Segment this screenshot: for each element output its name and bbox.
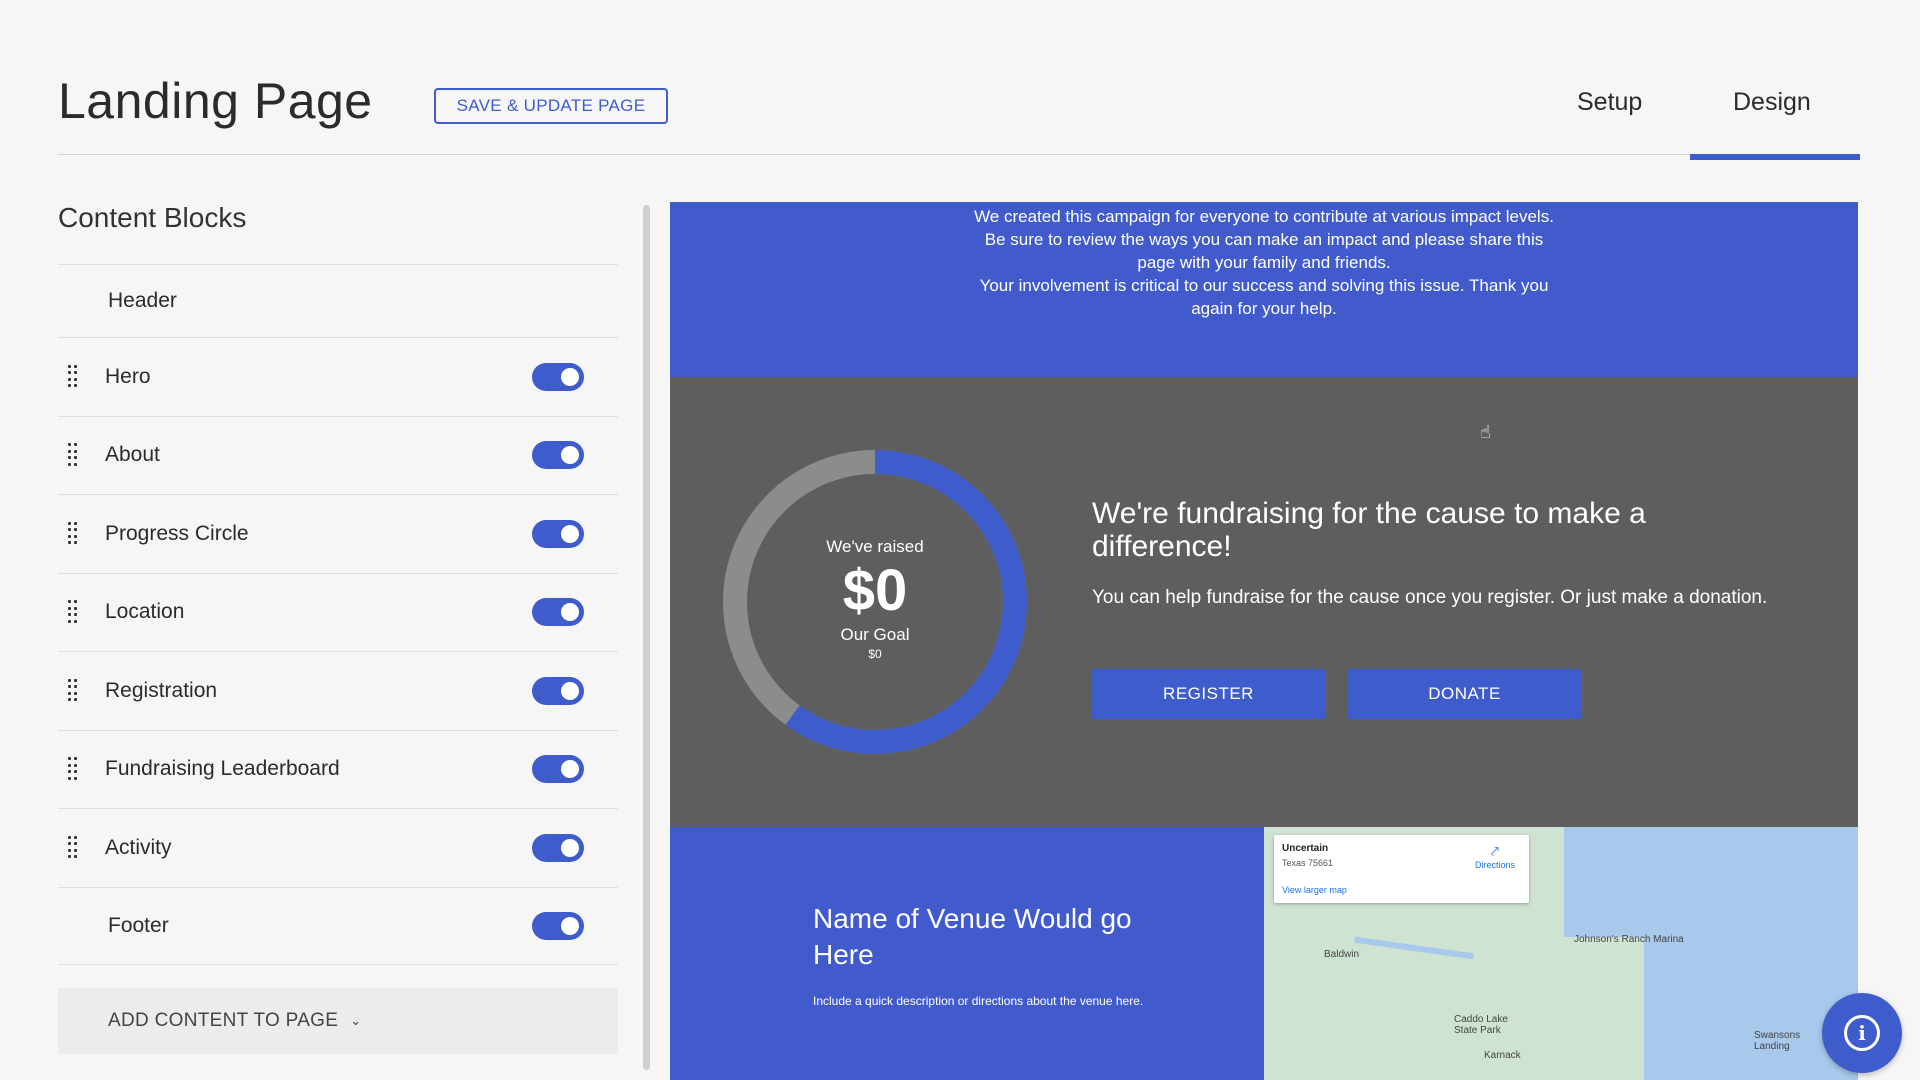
venue-description: Include a quick description or direction… bbox=[813, 994, 1144, 1008]
content-block-label: Header bbox=[108, 289, 177, 312]
page-title: Landing Page bbox=[58, 73, 373, 129]
content-block-footer[interactable]: Footer bbox=[58, 886, 618, 965]
drag-handle-icon[interactable] bbox=[68, 521, 78, 546]
header-divider bbox=[58, 154, 1860, 155]
map-address: Texas 75661 bbox=[1282, 858, 1334, 868]
map-label: Baldwin bbox=[1324, 949, 1360, 960]
about-line: page with your family and friends. bbox=[1137, 253, 1391, 272]
map-info-card: Uncertain Texas 75661 View larger map ⤤ … bbox=[1274, 835, 1529, 903]
tab-setup[interactable]: Setup bbox=[1577, 88, 1642, 117]
directions-icon: ⤤ bbox=[1491, 843, 1499, 859]
map-label: Swansons Landing bbox=[1754, 1030, 1801, 1052]
content-block-progress-circle[interactable]: Progress Circle bbox=[58, 494, 618, 573]
content-block-list: Header Hero About Progress Circle Locati… bbox=[58, 264, 618, 965]
content-block-location[interactable]: Location bbox=[58, 572, 618, 652]
about-line: again for your help. bbox=[1191, 299, 1337, 318]
map-label: Johnson's Ranch Marina bbox=[1574, 934, 1684, 945]
about-line: We created this campaign for everyone to… bbox=[974, 207, 1554, 226]
content-block-hero[interactable]: Hero bbox=[58, 337, 618, 416]
content-blocks-title: Content Blocks bbox=[58, 202, 247, 233]
map-place-name: Uncertain bbox=[1282, 843, 1329, 854]
directions-label: Directions bbox=[1474, 860, 1515, 870]
directions-link[interactable]: ⤤ Directions bbox=[1475, 843, 1515, 870]
location-toggle[interactable] bbox=[532, 598, 584, 627]
drag-handle-icon[interactable] bbox=[68, 364, 78, 389]
progress-section: We've raised $0 Our Goal $0 We're fundra… bbox=[670, 377, 1858, 827]
content-block-label: Activity bbox=[105, 835, 172, 859]
raised-amount: $0 bbox=[842, 558, 908, 623]
drag-handle-icon[interactable] bbox=[68, 835, 78, 860]
map-lake bbox=[1354, 936, 1474, 960]
page-preview: We created this campaign for everyone to… bbox=[670, 202, 1858, 1080]
fundraising-heading: We're fundraising for the cause to make … bbox=[1092, 497, 1646, 563]
activity-toggle[interactable] bbox=[532, 833, 584, 862]
registration-toggle[interactable] bbox=[532, 676, 584, 705]
drag-handle-icon[interactable] bbox=[68, 443, 78, 467]
content-block-label: Hero bbox=[105, 364, 151, 388]
hand-cursor-icon: ☝ bbox=[1480, 422, 1491, 442]
view-larger-map-link[interactable]: View larger map bbox=[1282, 885, 1347, 895]
content-block-label: Fundraising Leaderboard bbox=[105, 757, 340, 781]
goal-label: Our Goal bbox=[840, 625, 910, 644]
progress-circle-toggle[interactable] bbox=[532, 519, 584, 548]
map-label: Karnack bbox=[1484, 1050, 1521, 1061]
drag-handle-icon[interactable] bbox=[68, 600, 78, 624]
content-block-label: Registration bbox=[105, 678, 218, 702]
fundraising-leaderboard-toggle[interactable] bbox=[532, 755, 584, 784]
content-block-label: Progress Circle bbox=[105, 521, 249, 545]
register-button[interactable]: REGISTER bbox=[1091, 669, 1326, 719]
add-content-button[interactable]: ADD CONTENT TO PAGE ⌄ bbox=[58, 988, 618, 1054]
content-block-header[interactable]: Header bbox=[58, 264, 618, 337]
venue-name: Name of Venue Would go Here bbox=[813, 903, 1132, 970]
content-block-about[interactable]: About bbox=[58, 415, 618, 495]
location-section: Name of Venue Would go Here Include a qu… bbox=[670, 827, 1264, 1080]
about-toggle[interactable] bbox=[532, 441, 584, 470]
about-line: Be sure to review the ways you can make … bbox=[984, 230, 1544, 249]
hero-toggle[interactable] bbox=[532, 362, 584, 391]
donate-button[interactable]: DONATE bbox=[1347, 669, 1582, 719]
info-button[interactable]: i bbox=[1822, 993, 1902, 1073]
drag-handle-icon[interactable] bbox=[68, 678, 78, 703]
content-block-label: Footer bbox=[108, 913, 169, 937]
sidebar-scrollbar[interactable] bbox=[643, 205, 650, 1070]
map-lake bbox=[1644, 927, 1858, 1080]
save-update-page-button[interactable]: SAVE & UPDATE PAGE bbox=[434, 88, 668, 124]
content-block-fundraising-leaderboard[interactable]: Fundraising Leaderboard bbox=[58, 729, 618, 809]
map-label: Caddo Lake State Park bbox=[1454, 1014, 1508, 1036]
content-block-registration[interactable]: Registration bbox=[58, 651, 618, 730]
chevron-down-icon: ⌄ bbox=[350, 1013, 362, 1028]
info-icon: i bbox=[1844, 1015, 1880, 1051]
content-block-activity[interactable]: Activity bbox=[58, 808, 618, 887]
fundraising-description: You can help fundraise for the cause onc… bbox=[1092, 587, 1768, 608]
goal-amount: $0 bbox=[868, 647, 882, 661]
footer-toggle[interactable] bbox=[532, 911, 584, 940]
about-line: Your involvement is critical to our succ… bbox=[979, 276, 1549, 295]
content-block-label: About bbox=[105, 443, 160, 467]
drag-handle-icon[interactable] bbox=[68, 757, 78, 781]
map-lake bbox=[1564, 827, 1858, 937]
about-section: We created this campaign for everyone to… bbox=[670, 202, 1858, 377]
content-block-label: Location bbox=[105, 600, 185, 624]
tab-design[interactable]: Design bbox=[1733, 88, 1811, 117]
raised-label: We've raised bbox=[826, 537, 924, 556]
add-content-label: ADD CONTENT TO PAGE bbox=[108, 1010, 339, 1031]
location-map[interactable]: Uncertain Texas 75661 View larger map ⤤ … bbox=[1264, 827, 1858, 1080]
active-tab-indicator bbox=[1690, 154, 1860, 160]
